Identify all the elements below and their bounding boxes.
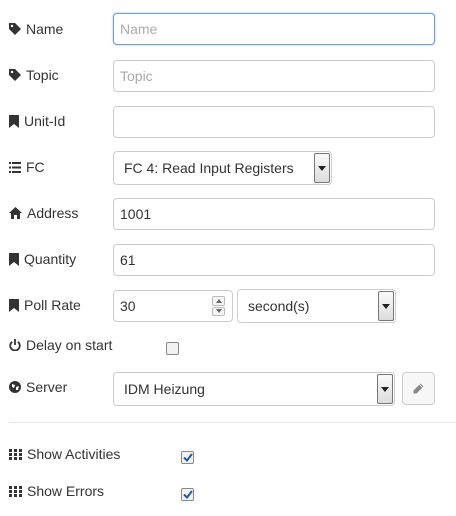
bookmark-icon [9,252,19,266]
delay-on-start-label: Delay on start [9,337,112,353]
poll-rate-unit-select[interactable]: second(s) [237,289,396,323]
poll-rate-label: Poll Rate [9,297,81,313]
globe-icon [9,381,21,393]
server-select-value: IDM Heizung [124,381,205,397]
topic-input[interactable] [113,60,435,92]
server-label: Server [9,379,67,395]
name-label-text: Name [26,21,64,37]
home-icon [9,207,22,219]
spin-up-icon[interactable] [212,296,225,306]
show-errors-label: Show Errors [9,483,104,499]
unit-id-label-text: Unit-Id [24,113,66,129]
section-divider [9,422,456,423]
pencil-icon [413,381,424,397]
quantity-input[interactable] [113,244,435,276]
poll-rate-unit-value: second(s) [248,298,310,314]
server-label-text: Server [26,379,68,395]
power-icon [9,339,21,351]
tag-icon [9,69,21,81]
address-label: Address [9,205,78,221]
delay-on-start-label-text: Delay on start [26,337,113,353]
poll-rate-spinner[interactable] [212,296,225,316]
delay-on-start-checkbox[interactable] [166,342,179,355]
topic-label-text: Topic [26,67,59,83]
tag-icon [9,23,21,35]
poll-rate-label-text: Poll Rate [24,297,81,313]
checkmark-icon [182,490,193,499]
quantity-label-text: Quantity [24,251,77,267]
chevron-down-icon[interactable] [378,291,394,321]
show-errors-label-text: Show Errors [27,483,105,499]
name-input[interactable] [113,13,435,45]
quantity-label: Quantity [9,251,76,267]
unit-id-input[interactable] [113,106,435,138]
server-select[interactable]: IDM Heizung [113,372,395,406]
chevron-down-icon[interactable] [314,153,330,183]
edit-server-button[interactable] [402,372,435,405]
grid-icon [9,448,22,460]
unit-id-label: Unit-Id [9,113,65,129]
show-activities-label-text: Show Activities [27,446,121,462]
checkmark-icon [182,453,193,462]
grid-icon [9,485,22,497]
spin-down-icon[interactable] [212,306,225,316]
topic-label: Topic [9,67,59,83]
address-input[interactable] [113,198,435,230]
fc-select-value: FC 4: Read Input Registers [124,160,294,176]
address-label-text: Address [27,205,79,221]
fc-select[interactable]: FC 4: Read Input Registers [113,151,332,185]
show-errors-checkbox[interactable] [181,488,194,501]
list-icon [9,161,21,173]
fc-label: FC [9,159,45,175]
name-label: Name [9,21,63,37]
chevron-down-icon[interactable] [377,374,393,404]
fc-label-text: FC [26,159,45,175]
show-activities-label: Show Activities [9,446,120,462]
poll-rate-stepper[interactable] [113,290,233,322]
bookmark-icon [9,114,19,128]
show-activities-checkbox[interactable] [181,451,194,464]
bookmark-icon [9,298,19,312]
